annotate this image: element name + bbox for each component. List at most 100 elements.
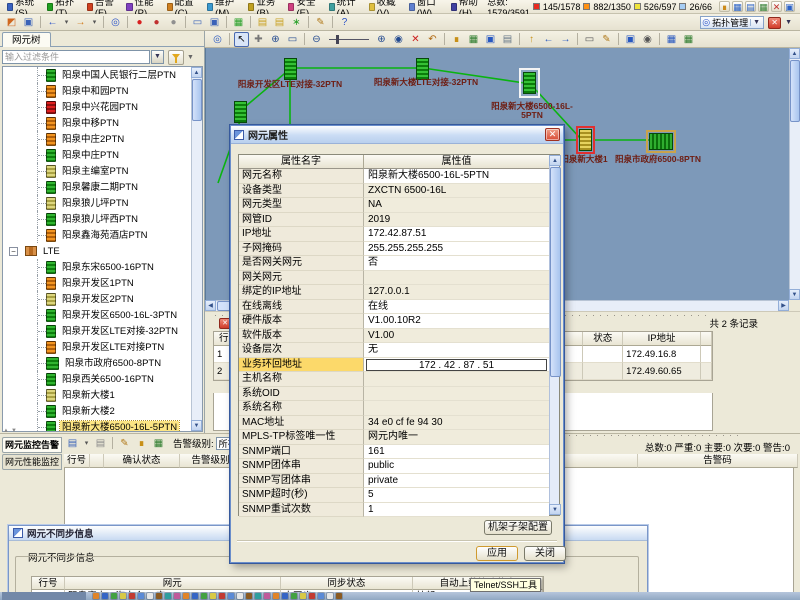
toolbar-icon[interactable]: ? <box>337 15 352 30</box>
property-row[interactable]: 业务环回地址172 . 42 . 87 . 51 <box>239 358 549 373</box>
apply-button[interactable]: 应用 <box>476 546 518 561</box>
taskbar-icon[interactable] <box>309 593 315 599</box>
property-row[interactable]: 设备类型ZXCTN 6500-16L <box>239 184 549 199</box>
toolbar-icon[interactable]: ◉ <box>640 32 655 47</box>
menu-item[interactable]: 业务(B) <box>244 0 284 13</box>
dialog-close-button[interactable]: ✕ <box>545 128 560 141</box>
toolbar-icon[interactable]: ▾ <box>62 15 71 30</box>
tree-item[interactable]: 阳泉新大楼1 <box>3 387 192 403</box>
tree-item[interactable]: 阳泉新大楼6500-16L-5PTN <box>3 419 192 432</box>
taskbar-icon[interactable] <box>183 593 189 599</box>
toolbar-icon[interactable]: ↑ <box>524 32 539 47</box>
toolbar-icon[interactable]: ⊕ <box>268 32 283 47</box>
tree-item[interactable]: 阳泉狼儿坪西PTN <box>3 211 192 227</box>
toolbar-icon[interactable]: ▤ <box>93 436 108 451</box>
toolbar-icon[interactable]: ◩ <box>4 15 19 30</box>
property-row[interactable]: SNMP重试次数1 <box>239 503 549 518</box>
taskbar-icon[interactable] <box>246 593 252 599</box>
tree-item[interactable]: 阳泉东宋6500-16PTN <box>3 259 192 275</box>
taskbar-icon[interactable] <box>120 593 126 599</box>
tree-item[interactable]: 阳泉新大楼2 <box>3 403 192 419</box>
zoom-slider[interactable] <box>327 33 371 46</box>
scroll-left-button[interactable]: ◀ <box>205 300 216 311</box>
toolbar-icon[interactable]: → <box>558 32 573 47</box>
close-button[interactable]: 关闭 <box>524 546 566 561</box>
menu-item[interactable]: 收藏(V) <box>365 0 405 13</box>
scroll-thumb[interactable] <box>550 167 561 377</box>
toolbar-icon[interactable]: → <box>73 15 88 30</box>
toolbar-icon[interactable]: ◎ <box>108 15 123 30</box>
close-view-button[interactable]: ✕ <box>768 17 781 29</box>
chevron-down-icon[interactable]: ▼ <box>785 19 792 26</box>
toolbar-icon[interactable]: ✚ <box>251 32 266 47</box>
tree-item[interactable]: 阳泉开发区6500-16L-3PTN <box>3 307 192 323</box>
toolbar-icon[interactable]: ● <box>132 15 147 30</box>
toolbar-icon[interactable]: ↶ <box>425 32 440 47</box>
menu-item[interactable]: 拓扑(T) <box>43 0 83 13</box>
tree-item[interactable]: 阳泉开发区LTE对接-32PTN <box>3 323 192 339</box>
tree-item[interactable]: 阳泉鑫海苑酒店PTN <box>3 227 192 243</box>
splitter-dots[interactable] <box>562 435 742 436</box>
taskbar-icon[interactable] <box>93 593 99 599</box>
toolbar-icon[interactable]: ✎ <box>117 436 132 451</box>
scroll-up-button[interactable]: ▲ <box>549 155 561 166</box>
toolbar-icon[interactable]: ▦ <box>151 436 166 451</box>
menu-item[interactable]: 窗口(W) <box>405 0 447 13</box>
toolbar-icon[interactable]: ▦ <box>681 32 696 47</box>
tree-group-lte[interactable]: −LTE <box>3 243 192 259</box>
menu-item[interactable]: 安全(E) <box>284 0 324 13</box>
loopback-address-input[interactable]: 172 . 42 . 87 . 51 <box>366 359 547 371</box>
property-row[interactable]: 主机名称 <box>239 372 549 387</box>
tree-scrollbar[interactable]: ▲ ▼ <box>191 67 202 431</box>
tree-item[interactable]: 阳泉开发区1PTN <box>3 275 192 291</box>
scroll-down-button[interactable]: ▼ <box>549 504 561 515</box>
taskbar-icon[interactable] <box>192 593 198 599</box>
property-row[interactable]: MAC地址34 e0 cf fe 94 30 <box>239 416 549 431</box>
property-row[interactable]: 网管ID2019 <box>239 213 549 228</box>
property-row[interactable]: 网关网元 <box>239 271 549 286</box>
chevron-down-icon[interactable]: ▼ <box>187 54 194 61</box>
taskbar-icon[interactable] <box>228 593 234 599</box>
property-row[interactable]: 网元名称阳泉新大楼6500-16L-5PTN <box>239 169 549 184</box>
property-row[interactable]: 绑定的IP地址127.0.0.1 <box>239 285 549 300</box>
tab-ne-tree[interactable]: 网元树 <box>2 32 51 47</box>
toolbar-icon[interactable]: ↖ <box>234 32 249 47</box>
property-row[interactable]: 子网掩码255.255.255.255 <box>239 242 549 257</box>
property-row[interactable]: 系统OID <box>239 387 549 402</box>
tree-item[interactable]: 阳泉市政府6500-8PTN <box>3 355 192 371</box>
scroll-down-button[interactable]: ▼ <box>789 289 800 300</box>
scroll-up-button[interactable]: ▲ <box>789 48 800 59</box>
dialog-titlebar[interactable]: 网元属性 ✕ <box>231 126 563 144</box>
tree-item[interactable]: 阳泉中和园PTN <box>3 83 192 99</box>
canvas-vscrollbar[interactable]: ▲ ▼ <box>789 48 800 300</box>
taskbar-icon[interactable] <box>165 593 171 599</box>
toolbar-icon[interactable]: ▤ <box>500 32 515 47</box>
toolbar-icon[interactable]: ◉ <box>391 32 406 47</box>
tab-ne-performance-monitor[interactable]: 网元性能监控 <box>2 454 62 470</box>
scroll-down-button[interactable]: ▼ <box>191 420 202 431</box>
toolbar-icon[interactable]: ∎ <box>719 1 730 12</box>
toolbar-icon[interactable]: ⊖ <box>309 32 324 47</box>
toolbar-icon[interactable]: ▦ <box>732 1 743 12</box>
rack-config-button[interactable]: 机架子架配置 <box>484 520 552 535</box>
toolbar-icon[interactable]: ▣ <box>207 15 222 30</box>
topology-node[interactable] <box>519 68 540 98</box>
property-row[interactable]: SNMP团体串public <box>239 459 549 474</box>
toolbar-icon[interactable]: ▣ <box>21 15 36 30</box>
taskbar-icon[interactable] <box>237 593 243 599</box>
property-row[interactable]: 在线离线在线 <box>239 300 549 315</box>
toolbar-icon[interactable]: ← <box>45 15 60 30</box>
toolbar-icon[interactable]: ▦ <box>664 32 679 47</box>
taskbar-icon[interactable] <box>210 593 216 599</box>
tree-item[interactable]: 阳泉中庄PTN <box>3 147 192 163</box>
toolbar-icon[interactable]: ▦ <box>231 15 246 30</box>
topology-node[interactable] <box>576 126 595 154</box>
dialog-scrollbar[interactable]: ▲ ▼ <box>549 155 559 515</box>
toolbar-icon[interactable]: ⊕ <box>374 32 389 47</box>
toolbar-icon[interactable]: ▣ <box>483 32 498 47</box>
toolbar-icon[interactable]: ▭ <box>285 32 300 47</box>
property-row[interactable]: 设备层次无 <box>239 343 549 358</box>
taskbar-icon[interactable] <box>219 593 225 599</box>
toolbar-icon[interactable]: ✎ <box>599 32 614 47</box>
filter-funnel-button[interactable] <box>168 50 184 65</box>
